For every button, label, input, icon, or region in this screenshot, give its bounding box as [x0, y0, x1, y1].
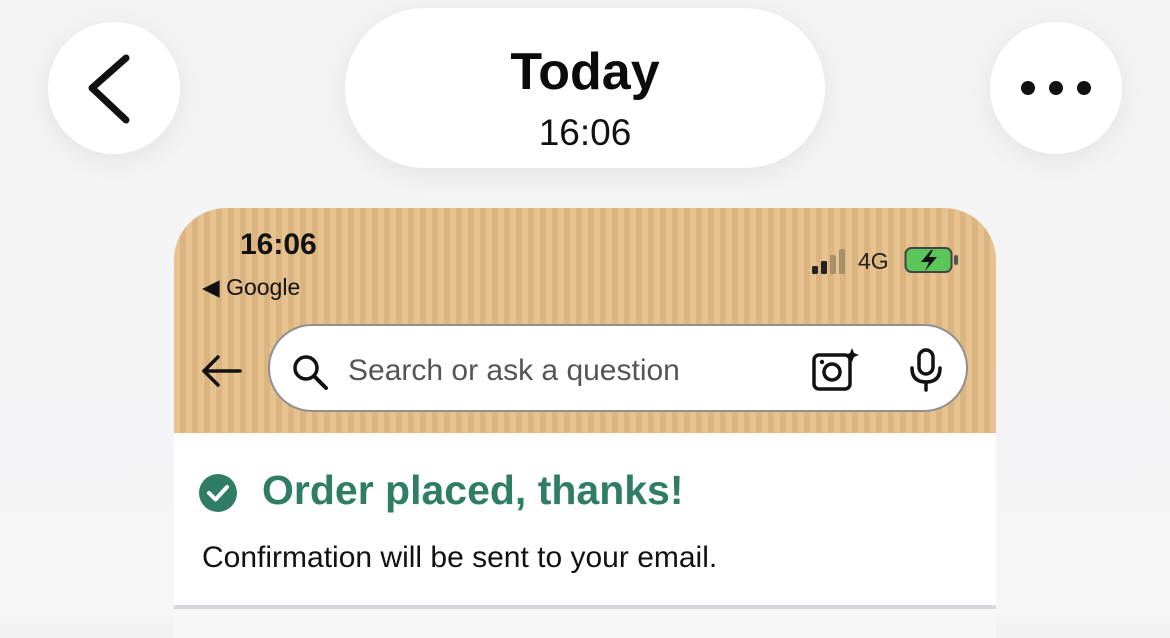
back-button[interactable] — [48, 22, 180, 154]
signal-icon — [812, 249, 845, 274]
photo-viewer: Today 16:06 16:06 ◀ Google 4G Search or … — [0, 0, 1170, 638]
photo-screenshot: 16:06 ◀ Google 4G Search or ask a questi… — [174, 208, 996, 638]
app-header: 16:06 ◀ Google 4G Search or ask a questi… — [174, 208, 996, 433]
order-subtitle: Confirmation will be sent to your email. — [202, 541, 718, 574]
viewer-title: Today — [510, 43, 660, 101]
camera-sparkle-icon[interactable] — [810, 346, 860, 394]
search-input[interactable]: Search or ask a question — [268, 324, 968, 412]
more-dots-icon — [1021, 81, 1091, 95]
search-icon — [293, 355, 328, 390]
microphone-icon[interactable] — [906, 348, 946, 394]
status-time: 16:06 — [240, 228, 317, 261]
date-time-header: Today 16:06 — [345, 8, 825, 168]
order-confirmation: Order placed, thanks! Confirmation will … — [174, 433, 996, 605]
chevron-left-icon — [88, 54, 130, 124]
content-below — [174, 609, 996, 638]
viewer-time: 16:06 — [538, 112, 632, 153]
back-to-app-link[interactable]: ◀ Google — [202, 274, 300, 301]
arrow-left-icon[interactable] — [200, 351, 242, 391]
network-label: 4G — [858, 248, 889, 274]
more-options-button[interactable] — [990, 22, 1122, 154]
check-circle-icon — [199, 474, 237, 512]
battery-charging-icon — [904, 247, 958, 273]
search-placeholder: Search or ask a question — [348, 354, 680, 387]
order-title: Order placed, thanks! — [262, 467, 684, 513]
